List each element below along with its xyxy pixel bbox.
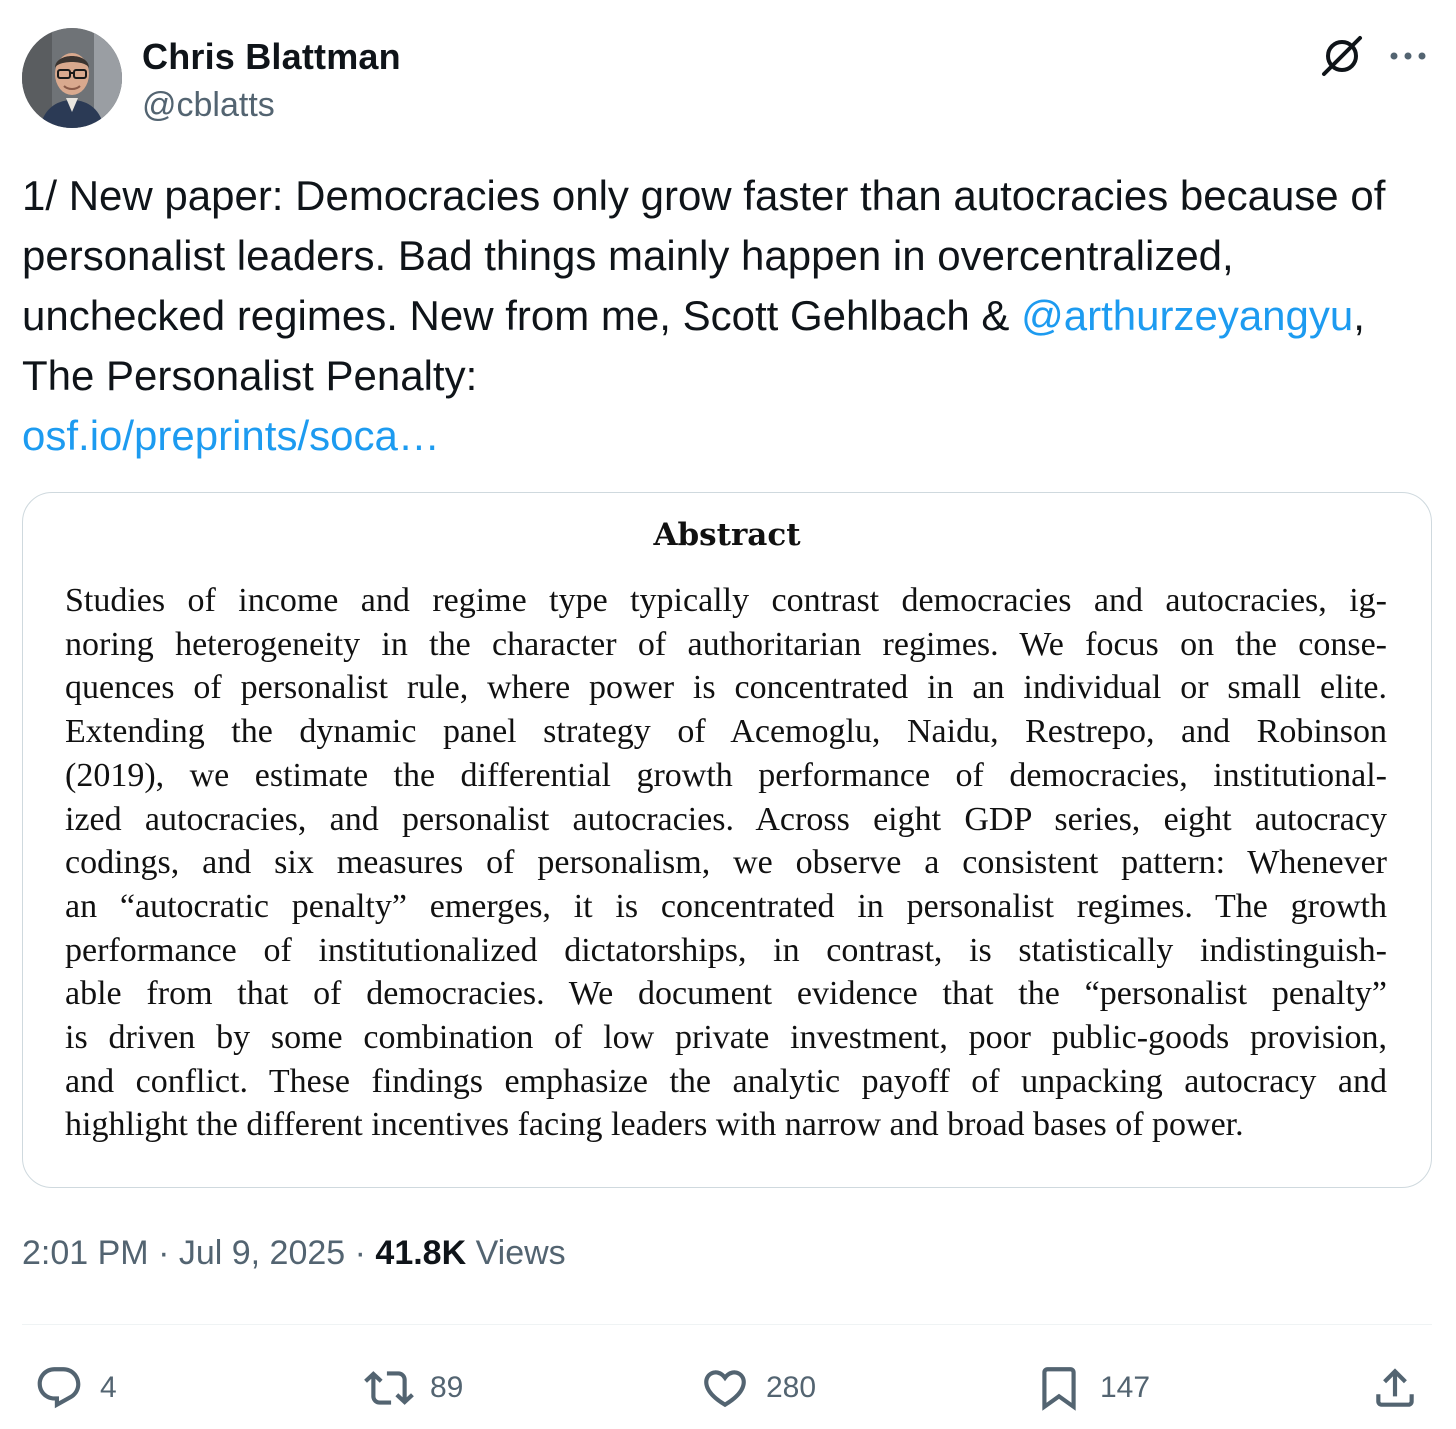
- abstract-line: highlight the different incentives facin…: [65, 1106, 1244, 1144]
- meta-separator: ·: [148, 1234, 179, 1272]
- share-button[interactable]: [1370, 1356, 1420, 1420]
- grok-icon[interactable]: [1318, 32, 1366, 80]
- tweet-header: Chris Blattman @cblatts: [22, 28, 1434, 132]
- tweet-time[interactable]: 2:01 PM: [22, 1234, 149, 1272]
- bookmark-button[interactable]: 147: [1034, 1356, 1150, 1420]
- reply-icon: [37, 1367, 81, 1409]
- abstract-line: Studies of income and regime type typica…: [65, 582, 1387, 619]
- repost-icon: [364, 1371, 414, 1405]
- divider: [22, 1324, 1432, 1325]
- abstract-line: and conflict. These findings emphasize t…: [65, 1062, 1387, 1100]
- abstract-line: an “autocratic penalty” emerges, it is c…: [65, 887, 1387, 925]
- bookmark-count: 147: [1100, 1371, 1151, 1404]
- tweet-date[interactable]: Jul 9, 2025: [179, 1234, 345, 1272]
- abstract-line: noring heterogeneity in the character of…: [65, 625, 1387, 663]
- views-label: Views: [466, 1234, 566, 1272]
- reply-button[interactable]: 4: [34, 1356, 117, 1420]
- avatar-photo: [22, 28, 122, 128]
- like-icon: [704, 1370, 746, 1408]
- meta-separator: ·: [345, 1234, 376, 1272]
- author-name[interactable]: Chris Blattman: [142, 36, 401, 78]
- author-handle[interactable]: @cblatts: [142, 86, 275, 125]
- abstract-line: performance of institutionalized dictato…: [65, 931, 1387, 969]
- bookmark-icon: [1042, 1367, 1076, 1411]
- abstract-body: Studies of income and regime type typica…: [65, 579, 1387, 1147]
- abstract-line: is driven by some combination of low pri…: [65, 1019, 1387, 1057]
- like-count: 280: [766, 1371, 817, 1404]
- views-count: 41.8K: [375, 1234, 467, 1272]
- action-bar: 4 89 280 147: [22, 1356, 1434, 1420]
- abstract-line: (2019), we estimate the differential gro…: [65, 756, 1387, 794]
- abstract-line: quences of personalist rule, where power…: [65, 669, 1387, 707]
- more-icon[interactable]: [1384, 38, 1432, 74]
- attached-image[interactable]: Abstract Studies of income and regime ty…: [22, 492, 1432, 1188]
- tweet-meta: 2:01 PM · Jul 9, 2025 · 41.8K Views: [22, 1234, 566, 1273]
- tweet-text: 1/ New paper: Democracies only grow fast…: [22, 166, 1432, 466]
- paper-link[interactable]: osf.io/preprints/soca…: [22, 412, 440, 459]
- abstract-line: ized autocracies, and personalist autocr…: [65, 800, 1387, 838]
- abstract-title: Abstract: [653, 517, 801, 553]
- share-icon: [1376, 1368, 1414, 1407]
- reply-count: 4: [100, 1371, 117, 1404]
- abstract-line: Extending the dynamic panel strategy of …: [65, 713, 1387, 751]
- abstract-line: able from that of democracies. We docume…: [65, 975, 1387, 1013]
- abstract-line: codings, and six measures of personalism…: [65, 844, 1387, 882]
- mention-link[interactable]: @arthurzeyangyu: [1021, 292, 1353, 339]
- like-button[interactable]: 280: [700, 1356, 816, 1420]
- avatar[interactable]: [22, 28, 122, 128]
- repost-button[interactable]: 89: [364, 1356, 463, 1420]
- repost-count: 89: [430, 1371, 464, 1404]
